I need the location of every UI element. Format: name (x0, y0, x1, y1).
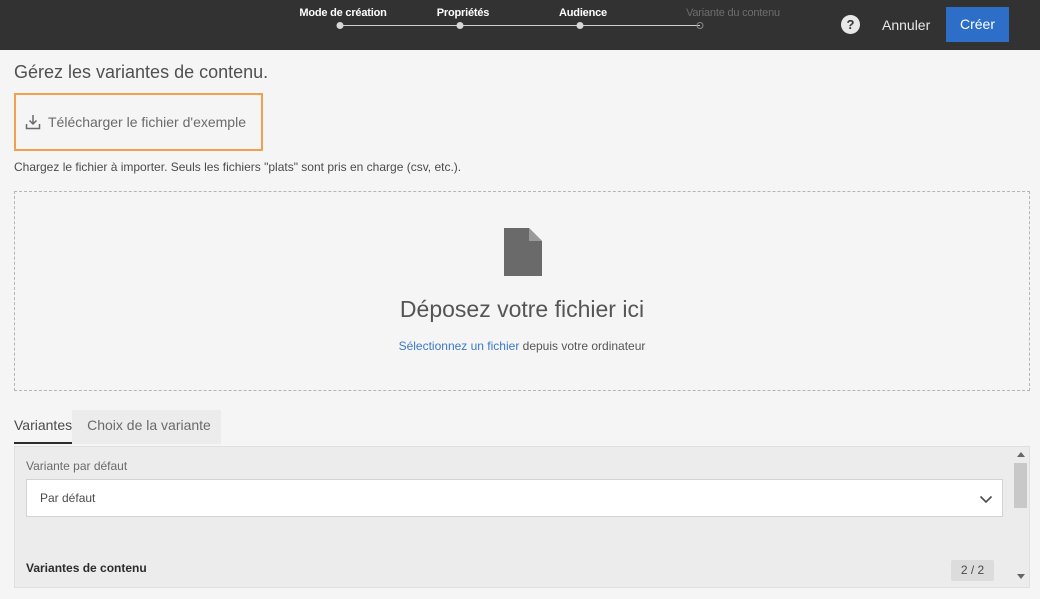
create-button[interactable]: Créer (946, 7, 1009, 42)
select-file-link[interactable]: Sélectionnez un fichier (399, 339, 520, 353)
scroll-up-icon[interactable] (1017, 452, 1025, 457)
download-sample-button[interactable]: Télécharger le fichier d'exemple (14, 93, 263, 151)
default-variant-label: Variante par défaut (26, 459, 128, 473)
top-bar: Mode de création Propriétés Audience Var… (0, 0, 1040, 50)
default-variant-select[interactable]: Par défaut (26, 479, 1003, 517)
variants-panel: Variante par défaut Par défaut Variantes… (14, 446, 1030, 588)
cancel-button[interactable]: Annuler (872, 8, 940, 42)
dropzone-title: Déposez votre fichier ici (399, 296, 645, 322)
scrollbar-thumb[interactable] (1014, 463, 1027, 508)
tabs: Variantes Choix de la variante (14, 410, 221, 446)
import-hint: Chargez le fichier à importer. Seuls les… (14, 160, 462, 174)
step-dot-audience (576, 22, 584, 29)
chevron-down-icon (979, 495, 993, 504)
question-mark-icon[interactable]: ? (841, 15, 860, 34)
step-label-creation-mode[interactable]: Mode de création (299, 7, 386, 19)
dropzone-subtitle: Sélectionnez un fichier depuis votre ord… (15, 339, 1029, 353)
step-dot-content-variant (696, 22, 704, 29)
step-label-audience[interactable]: Audience (559, 7, 607, 19)
panel-scrollbar[interactable] (1013, 447, 1028, 587)
tab-variant-choice[interactable]: Choix de la variante (72, 410, 221, 444)
variants-counter: 2 / 2 (951, 560, 994, 581)
scroll-down-icon[interactable] (1017, 574, 1025, 579)
content-variants-title: Variantes de contenu (26, 561, 147, 575)
download-icon (25, 115, 41, 130)
wizard-steps: Mode de création Propriétés Audience Var… (280, 0, 820, 50)
step-dot-properties (456, 22, 464, 29)
step-label-properties[interactable]: Propriétés (437, 7, 490, 19)
page-title: Gérez les variantes de contenu. (14, 62, 269, 82)
step-label-content-variant: Variante du contenu (686, 7, 780, 19)
file-icon (504, 228, 542, 276)
tab-variants[interactable]: Variantes (14, 410, 73, 444)
dropzone-subtitle-text: depuis votre ordinateur (519, 339, 646, 353)
step-progress-line (340, 25, 700, 26)
default-variant-value: Par défaut (40, 491, 96, 505)
download-sample-label: Télécharger le fichier d'exemple (48, 114, 246, 130)
file-dropzone[interactable]: Déposez votre fichier ici Sélectionnez u… (14, 191, 1030, 391)
step-dot-creation-mode (336, 22, 344, 29)
